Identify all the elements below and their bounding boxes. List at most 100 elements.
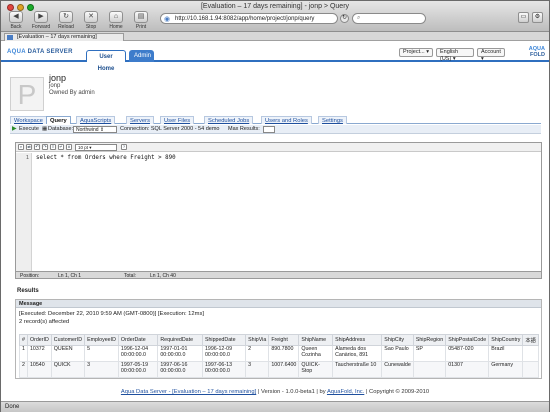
settings-icon[interactable]: ⚙ bbox=[532, 12, 543, 23]
sql-editor[interactable]: ⌕ ⇄ ↶ ↷ ≡ ↵ # 10 pt ▾ ? 1 select * from … bbox=[15, 142, 542, 279]
globe-icon: ◉ bbox=[164, 16, 171, 23]
table-cell: Sao Paulo bbox=[381, 345, 414, 362]
position-label: Position: bbox=[20, 273, 40, 279]
table-cell: 1996-12-09 00:00:00.0 bbox=[201, 345, 247, 362]
table-header-row: # OrderID CustomerID EmployeeID OrderDate Req… bbox=[19, 334, 539, 346]
table-cell: 2 bbox=[245, 345, 270, 362]
search-field[interactable]: ⌕ bbox=[352, 13, 426, 24]
tab-user-files[interactable]: User Files bbox=[160, 116, 195, 124]
column-header[interactable]: OrderDate bbox=[117, 334, 159, 346]
column-header[interactable]: ShippedDate bbox=[201, 334, 247, 346]
aquafold-link[interactable]: AquaFold, Inc. bbox=[327, 389, 364, 395]
project-username: jonp bbox=[49, 83, 61, 89]
search-icon: ⌕ bbox=[357, 15, 361, 21]
column-header[interactable]: Freight bbox=[268, 334, 300, 346]
tab-scheduled-jobs[interactable]: Scheduled Jobs bbox=[204, 116, 254, 124]
user-home-tab[interactable]: User Home bbox=[86, 50, 126, 72]
table-cell: 5 bbox=[84, 345, 119, 362]
back-button[interactable]: ◀ Back bbox=[5, 11, 27, 30]
home-icon: ⌂ bbox=[109, 11, 123, 23]
table-cell: 10372 bbox=[26, 345, 52, 362]
execute-button[interactable]: Execute bbox=[19, 125, 39, 134]
project-select[interactable]: Project... ▾ bbox=[399, 48, 433, 57]
table-cell: Taucherstraße 10 bbox=[332, 361, 383, 378]
print-icon: ▤ bbox=[134, 11, 148, 23]
table-cell: 1997-06-13 00:00:00.0 bbox=[201, 361, 247, 378]
column-header[interactable]: ShipVia bbox=[245, 334, 270, 346]
bookmark-icon[interactable]: ▭ bbox=[518, 12, 529, 23]
evaluation-link[interactable]: Aqua Data Server - [Evaluation – 17 days… bbox=[121, 389, 256, 395]
home-button[interactable]: ⌂ Home bbox=[105, 11, 127, 30]
admin-tab[interactable]: Admin bbox=[129, 50, 154, 62]
column-header[interactable]: RequiredDate bbox=[157, 334, 203, 346]
column-header[interactable]: ShipCity bbox=[381, 334, 414, 346]
refresh-icon[interactable]: ↻ bbox=[340, 14, 349, 23]
reload-button[interactable]: ↻ Reload bbox=[55, 11, 77, 30]
table-cell: 3 bbox=[245, 361, 270, 378]
language-select[interactable]: English (US) ▾ bbox=[436, 48, 474, 62]
aqua-data-server-logo[interactable]: AQUA DATA SERVER bbox=[7, 49, 73, 55]
replace-icon[interactable]: ⇄ bbox=[26, 144, 32, 150]
database-select[interactable]: Northwind ⇕ bbox=[73, 126, 117, 133]
column-header[interactable]: ShipPostalCode bbox=[445, 334, 490, 346]
forward-icon: ▶ bbox=[34, 11, 48, 23]
tab-query[interactable]: Query bbox=[46, 116, 71, 124]
table-cell: 3 bbox=[84, 361, 119, 378]
favicon-icon bbox=[7, 35, 13, 40]
records-affected: 2 record(s) affected bbox=[19, 319, 70, 325]
execution-message: [Executed: December 22, 2010 9:59 AM (GM… bbox=[19, 311, 204, 317]
stop-icon: ✕ bbox=[84, 11, 98, 23]
table-cell: Cunewalde bbox=[381, 361, 414, 378]
tab-aquascripts[interactable]: AquaScripts bbox=[76, 116, 116, 124]
column-header[interactable]: EmployeeID bbox=[84, 334, 119, 346]
table-cell bbox=[412, 361, 447, 378]
aquafold-logo: AQUA FOLD bbox=[528, 46, 545, 58]
page-footer: Aqua Data Server - [Evaluation – 17 days… bbox=[120, 389, 430, 395]
max-results-input[interactable] bbox=[263, 126, 275, 133]
stop-button[interactable]: ✕ Stop bbox=[80, 11, 102, 30]
column-header[interactable]: OrderID bbox=[26, 334, 52, 346]
wrap-icon[interactable]: ↵ bbox=[58, 144, 64, 150]
sql-text[interactable]: select * from Orders where Freight > 890 bbox=[36, 155, 176, 161]
line-gutter bbox=[16, 153, 32, 276]
column-header[interactable]: CustomerID bbox=[50, 334, 86, 346]
redo-icon[interactable]: ↷ bbox=[42, 144, 48, 150]
table-cell: Germany bbox=[488, 361, 524, 378]
tab-servers[interactable]: Servers bbox=[126, 116, 154, 124]
table-row[interactable]: 2 10540 QUICK 3 1997-05-19 00:00:00.0 1997-06… bbox=[19, 361, 539, 378]
column-header[interactable]: ShipAddress bbox=[332, 334, 383, 346]
comment-icon[interactable]: # bbox=[66, 144, 72, 150]
column-header[interactable]: ShipCountry bbox=[488, 334, 524, 346]
database-label: Database: bbox=[48, 126, 74, 132]
column-header[interactable]: # bbox=[19, 334, 28, 346]
table-cell: QUICK-Stop bbox=[298, 361, 334, 378]
column-header[interactable]: ShipRegion bbox=[412, 334, 447, 346]
execute-icon[interactable]: ▶ bbox=[12, 125, 17, 134]
print-button[interactable]: ▤ Print bbox=[130, 11, 152, 30]
format-icon[interactable]: ≡ bbox=[50, 144, 56, 150]
address-bar[interactable]: ◉ http://10.168.1.94:8082/app/home/proje… bbox=[160, 13, 338, 24]
table-cell: 1997-06-16 00:00:00.0 bbox=[157, 361, 203, 378]
tab-settings[interactable]: Settings bbox=[318, 116, 347, 124]
nav-buttons: ◀ Back ▶ Forward ↻ Reload ✕ Stop ⌂ Home … bbox=[5, 11, 152, 30]
forward-button[interactable]: ▶ Forward bbox=[30, 11, 52, 30]
table-cell: QUEEN bbox=[50, 345, 86, 362]
help-icon[interactable]: ? bbox=[121, 144, 127, 150]
table-cell: 10540 bbox=[26, 361, 52, 378]
table-cell: QUICK bbox=[50, 361, 86, 378]
tab-users-and-roles[interactable]: Users and Roles bbox=[261, 116, 312, 124]
table-cell: Brazil bbox=[488, 345, 524, 362]
column-header[interactable]: 本語 bbox=[522, 334, 539, 346]
table-row[interactable]: 1 10372 QUEEN 5 1996-12-04 00:00:00.0 1997-01… bbox=[19, 345, 539, 362]
column-header[interactable]: ShipName bbox=[298, 334, 334, 346]
find-icon[interactable]: ⌕ bbox=[18, 144, 24, 150]
undo-icon[interactable]: ↶ bbox=[34, 144, 40, 150]
font-size-select[interactable]: 10 pt ▾ bbox=[75, 144, 117, 151]
results-title: Results bbox=[17, 288, 39, 294]
project-avatar: P bbox=[10, 77, 44, 111]
tab-workspace[interactable]: Workspace bbox=[10, 116, 47, 124]
results-panel: Message [Executed: December 22, 2010 9:5… bbox=[15, 299, 542, 379]
browser-tab[interactable]: [Evaluation – 17 days remaining] bbox=[4, 33, 124, 41]
account-select[interactable]: Account ▾ bbox=[477, 48, 505, 62]
position-value: Ln 1, Ch 1 bbox=[58, 273, 82, 279]
